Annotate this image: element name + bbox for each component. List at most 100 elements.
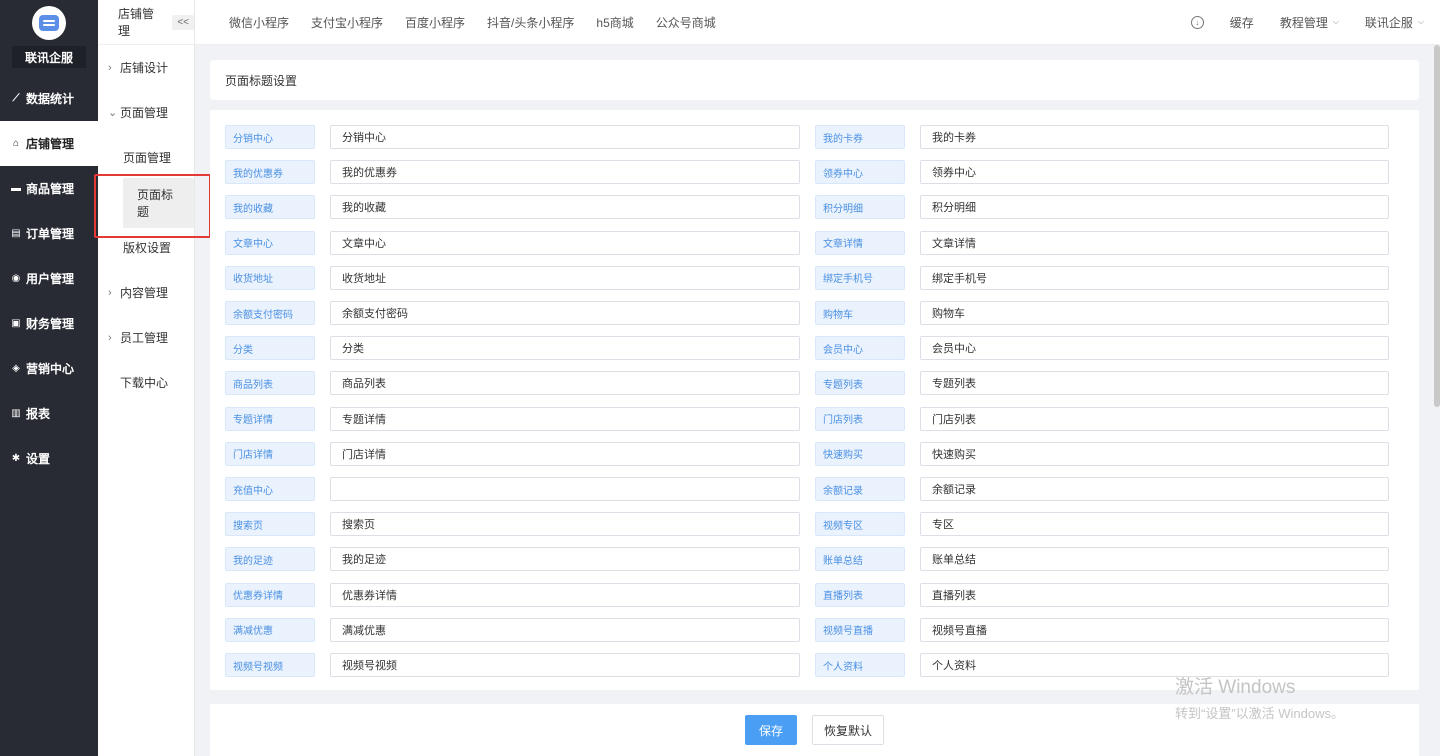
secondary-nav-item[interactable]: 下载中心 — [98, 360, 194, 405]
title-input[interactable] — [920, 230, 1389, 255]
title-input[interactable] — [330, 301, 800, 325]
collapse-button[interactable]: << — [172, 14, 194, 30]
download-button[interactable]: ↓ — [1190, 15, 1204, 29]
title-input[interactable] — [920, 371, 1389, 396]
title-field-row: 视频号视频 — [225, 653, 800, 677]
marketing-icon: ◈ — [12, 363, 20, 374]
title-input[interactable] — [920, 441, 1389, 466]
title-input[interactable] — [330, 582, 800, 607]
field-label: 专题详情 — [225, 406, 315, 431]
title-input[interactable] — [920, 547, 1389, 572]
title-input[interactable] — [330, 477, 800, 501]
title-field-row: 商品列表 — [225, 371, 800, 396]
secondary-nav-item[interactable]: › 店铺设计 — [98, 45, 194, 90]
title-field-row: 积分明细 — [815, 195, 1389, 220]
title-input[interactable] — [330, 336, 800, 361]
top-right-menu: ↓ 缓存 教程管理 ⌵ 联讯企服 ⌵ — [1165, 14, 1440, 31]
title-input[interactable] — [330, 125, 800, 149]
secondary-sidebar-header: 店铺管理 << — [98, 0, 194, 45]
title-input[interactable] — [920, 160, 1389, 185]
secondary-nav-item[interactable]: 页面管理 — [98, 135, 194, 180]
secondary-nav-item[interactable]: ⌄ 页面管理 — [98, 90, 194, 135]
cache-link[interactable]: 缓存 — [1230, 14, 1254, 31]
field-label: 门店列表 — [815, 406, 905, 431]
title-field-row: 购物车 — [815, 301, 1389, 325]
secondary-nav-label: 员工管理 — [120, 331, 169, 345]
sidebar-item[interactable]: ✱ 设置 — [0, 436, 98, 481]
title-input[interactable] — [330, 617, 800, 642]
sidebar-item[interactable]: ◈ 营销中心 — [0, 346, 98, 391]
logo — [32, 6, 66, 40]
sidebar-item[interactable]: ⟋ 数据统计 — [0, 76, 98, 121]
title-input[interactable] — [330, 160, 800, 185]
sidebar-item[interactable]: ▣ 财务管理 — [0, 301, 98, 346]
field-label: 快速购买 — [815, 441, 905, 466]
sidebar-item-label: 营销中心 — [26, 362, 75, 376]
title-field-row: 门店详情 — [225, 441, 800, 466]
field-label: 满减优惠 — [225, 617, 315, 642]
title-input[interactable] — [920, 265, 1389, 290]
account-menu[interactable]: 联讯企服 ⌵ — [1365, 14, 1424, 31]
title-input[interactable] — [920, 125, 1389, 149]
settings-icon: ✱ — [11, 453, 21, 464]
title-input[interactable] — [330, 230, 800, 255]
field-label: 直播列表 — [815, 582, 905, 607]
secondary-nav-item[interactable]: › 员工管理 — [98, 315, 194, 360]
tutorial-menu[interactable]: 教程管理 ⌵ — [1280, 14, 1339, 31]
sidebar-item[interactable]: ▤ 订单管理 — [0, 211, 98, 256]
panel-title: 页面标题设置 — [225, 73, 298, 88]
title-input[interactable] — [920, 195, 1389, 220]
field-label: 充值中心 — [225, 477, 315, 501]
title-input[interactable] — [920, 582, 1389, 607]
title-input[interactable] — [330, 195, 800, 220]
sidebar-item[interactable]: ◉ 用户管理 — [0, 256, 98, 301]
title-input[interactable] — [920, 512, 1389, 537]
field-label: 领券中心 — [815, 160, 905, 185]
platform-tab[interactable]: 支付宝小程序 — [311, 14, 383, 31]
title-input[interactable] — [920, 301, 1389, 325]
title-input[interactable] — [330, 406, 800, 431]
secondary-nav-list: › 店铺设计 ⌄ 页面管理 页面管理 页面标题 版权设置 › 内容管理 › 员工管理 下载中心 — [98, 45, 194, 405]
field-label: 个人资料 — [815, 653, 905, 677]
field-label: 我的卡券 — [815, 125, 905, 149]
secondary-nav-item[interactable]: 页面标题 — [98, 177, 194, 228]
platform-tab[interactable]: 抖音/头条小程序 — [487, 14, 574, 31]
sidebar-item[interactable]: ⌂ 店铺管理 — [0, 121, 98, 166]
field-label: 门店详情 — [225, 441, 315, 466]
title-input[interactable] — [330, 653, 800, 677]
secondary-nav-item[interactable]: › 内容管理 — [98, 270, 194, 315]
chevron-down-icon: ⌄ — [108, 107, 118, 119]
main-sidebar: 联讯企服 ⟋ 数据统计 ⌂ 店铺管理 ▬ 商品管理 ▤ 订单管理 ◉ 用户管理 ▣ 财务管理 ◈ 营销中心… — [0, 0, 98, 756]
title-input[interactable] — [330, 371, 800, 396]
sidebar-item[interactable]: ▬ 商品管理 — [0, 166, 98, 211]
shop-icon: ⌂ — [12, 138, 20, 149]
title-input[interactable] — [330, 265, 800, 290]
title-input[interactable] — [920, 617, 1389, 642]
title-field-row: 充值中心 — [225, 477, 800, 501]
save-button[interactable]: 保存 — [745, 715, 797, 745]
title-input[interactable] — [330, 512, 800, 537]
platform-tab[interactable]: 微信小程序 — [229, 14, 289, 31]
field-label: 商品列表 — [225, 371, 315, 396]
title-input[interactable] — [920, 336, 1389, 361]
reset-default-button[interactable]: 恢复默认 — [812, 715, 884, 745]
sidebar-item-label: 财务管理 — [26, 317, 75, 331]
field-label: 专题列表 — [815, 371, 905, 396]
sidebar-item[interactable]: ▥ 报表 — [0, 391, 98, 436]
page-scrollbar[interactable] — [1434, 45, 1440, 407]
title-field-row: 领券中心 — [815, 160, 1389, 185]
platform-tab[interactable]: 公众号商城 — [656, 14, 716, 31]
title-input[interactable] — [920, 477, 1389, 501]
secondary-nav-item[interactable]: 版权设置 — [98, 225, 194, 270]
secondary-nav-label: 页面管理 — [120, 106, 169, 120]
title-settings-form: 分销中心我的优惠券我的收藏文章中心收货地址余额支付密码分类商品列表专题详情门店详… — [210, 110, 1419, 690]
title-input[interactable] — [330, 547, 800, 572]
sidebar-item-label: 设置 — [26, 452, 51, 466]
logo-area: 联讯企服 — [0, 0, 98, 76]
title-input[interactable] — [330, 441, 800, 466]
secondary-nav-label: 版权设置 — [123, 241, 172, 255]
platform-tab[interactable]: 百度小程序 — [405, 14, 465, 31]
platform-tab[interactable]: h5商城 — [596, 14, 633, 31]
title-input[interactable] — [920, 653, 1389, 677]
title-input[interactable] — [920, 406, 1389, 431]
